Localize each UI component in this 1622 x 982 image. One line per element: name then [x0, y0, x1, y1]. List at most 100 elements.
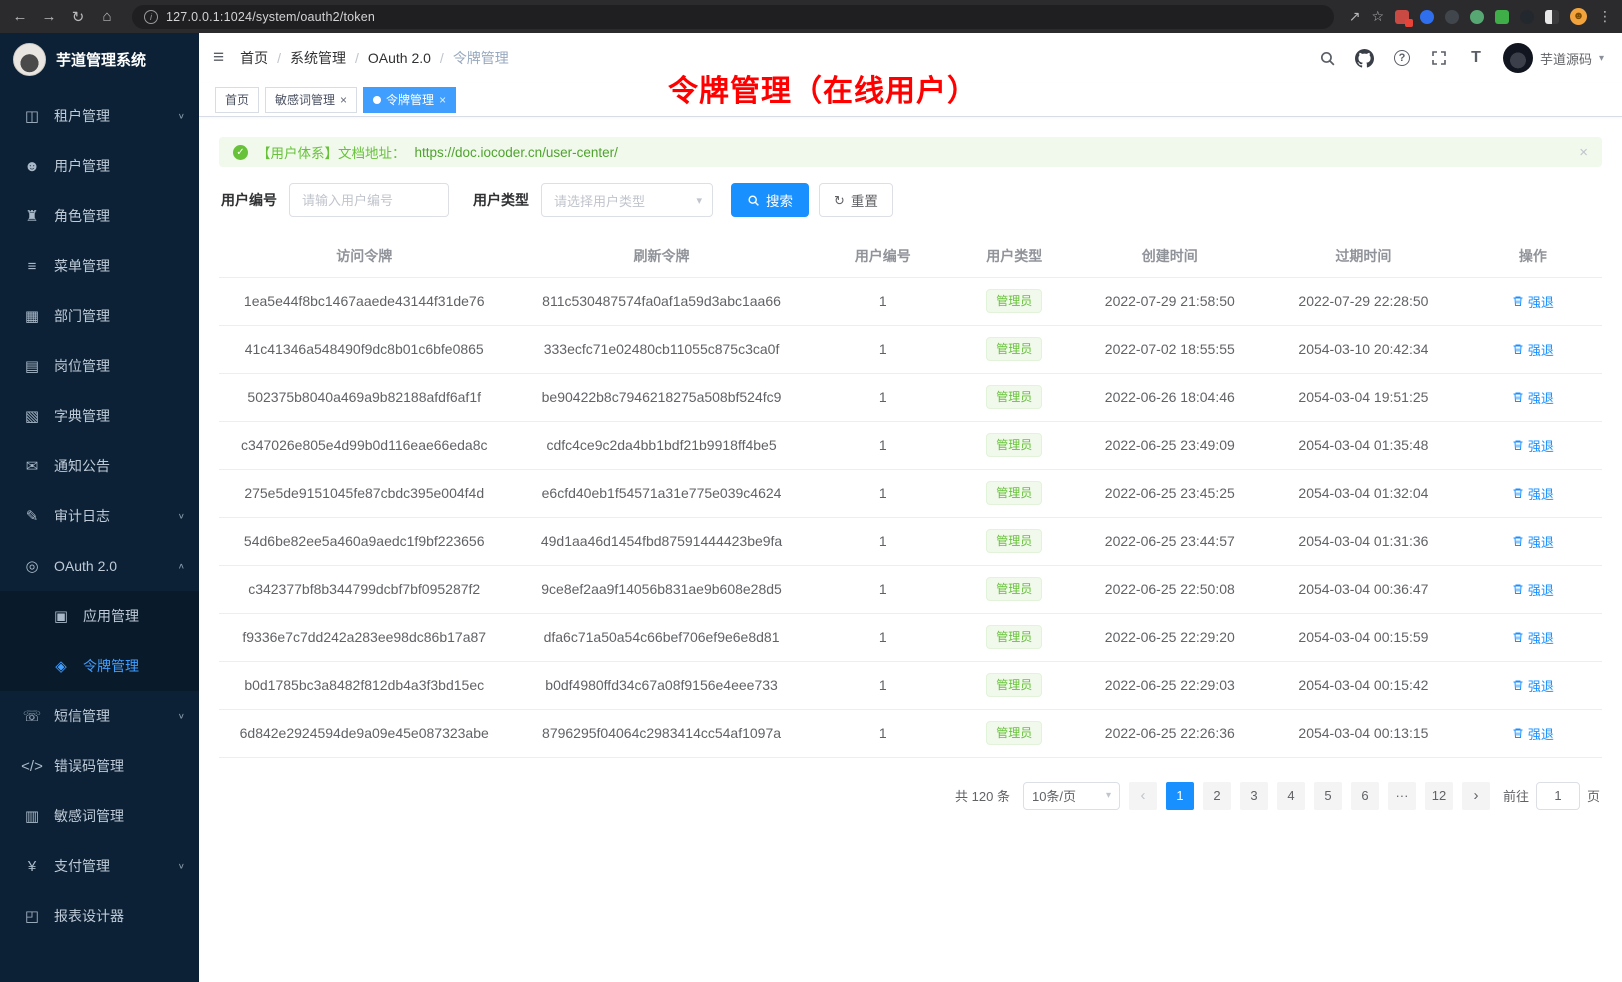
- sidebar-item-post[interactable]: ▤岗位管理: [0, 341, 199, 391]
- access-token-cell: 275e5de9151045fe87cbdc395e004f4d: [219, 469, 509, 517]
- page-button-4[interactable]: 4: [1277, 782, 1305, 810]
- force-logout-button[interactable]: 强退: [1512, 628, 1554, 647]
- sidebar-item-notice[interactable]: ✉通知公告: [0, 441, 199, 491]
- tab-token[interactable]: 令牌管理×: [363, 87, 456, 113]
- user-id-input[interactable]: [289, 183, 449, 217]
- reload-icon[interactable]: ↻: [68, 8, 88, 26]
- page-button-6[interactable]: 6: [1351, 782, 1379, 810]
- created-time-cell: 2022-07-02 18:55:55: [1076, 325, 1263, 373]
- extension-icon-4[interactable]: [1470, 10, 1484, 24]
- force-logout-button[interactable]: 强退: [1512, 532, 1554, 551]
- profile-avatar-icon[interactable]: ☻: [1570, 8, 1587, 25]
- browser-menu-icon[interactable]: ⋮: [1598, 8, 1612, 25]
- main-area: ≡ 首页/系统管理/OAuth 2.0/令牌管理 ? T 芋道源码 ▾: [199, 33, 1622, 982]
- sidebar-item-token[interactable]: ◈令牌管理: [0, 641, 199, 691]
- sidebar-collapse-icon[interactable]: ≡: [213, 47, 224, 69]
- sidebar-item-sms[interactable]: ☏短信管理∨: [0, 691, 199, 741]
- forward-icon[interactable]: →: [39, 8, 59, 25]
- address-bar[interactable]: i 127.0.0.1:1024/system/oauth2/token: [132, 5, 1334, 29]
- breadcrumb-item[interactable]: OAuth 2.0: [368, 50, 431, 66]
- doc-link[interactable]: https://doc.iocoder.cn/user-center/: [415, 145, 618, 160]
- tab-close-icon[interactable]: ×: [340, 94, 347, 106]
- refresh-token-cell: 9ce8ef2aa9f14056b831ae9b608e28d5: [509, 565, 813, 613]
- extension-icon-1[interactable]: [1395, 10, 1409, 24]
- extension-icon-6[interactable]: [1520, 10, 1534, 24]
- user-type-badge: 管理员: [986, 721, 1042, 745]
- page-button-3[interactable]: 3: [1240, 782, 1268, 810]
- user-type-select[interactable]: 请选择用户类型 ▾: [541, 183, 713, 217]
- sidebar-item-label: 租户管理: [54, 106, 110, 126]
- breadcrumb-item[interactable]: 首页: [240, 48, 268, 68]
- breadcrumb-item[interactable]: 系统管理: [290, 48, 346, 68]
- action-cell: 强退: [1464, 613, 1602, 661]
- app-logo-row[interactable]: 芋道管理系统: [0, 33, 199, 85]
- sidebar-item-app[interactable]: ▣应用管理: [0, 591, 199, 641]
- chevron-down-icon: ▾: [1106, 790, 1111, 801]
- sidebar-item-pay[interactable]: ¥支付管理∨: [0, 841, 199, 891]
- sidebar-item-dept[interactable]: ▦部门管理: [0, 291, 199, 341]
- sidebar-item-errcode[interactable]: </>错误码管理: [0, 741, 199, 791]
- refresh-token-cell: e6cfd40eb1f54571a31e775e039c4624: [509, 469, 813, 517]
- page-button-5[interactable]: 5: [1314, 782, 1342, 810]
- sidebar-item-role[interactable]: ♜角色管理: [0, 191, 199, 241]
- help-icon[interactable]: ?: [1392, 48, 1412, 68]
- alert-close-icon[interactable]: ×: [1579, 144, 1588, 161]
- user-menu[interactable]: 芋道源码 ▾: [1503, 43, 1604, 73]
- sidebar-item-sensitive[interactable]: ▥敏感词管理: [0, 791, 199, 841]
- page-button-1[interactable]: 1: [1166, 782, 1194, 810]
- breadcrumb-item: 令牌管理: [453, 48, 509, 68]
- dictionary-icon: ▧: [21, 407, 43, 425]
- extension-icon-2[interactable]: [1420, 10, 1434, 24]
- tab-close-icon[interactable]: ×: [439, 94, 446, 106]
- home-icon[interactable]: ⌂: [97, 8, 117, 25]
- created-time-cell: 2022-06-26 18:04:46: [1076, 373, 1263, 421]
- force-logout-button[interactable]: 强退: [1512, 484, 1554, 503]
- page-button-12[interactable]: 12: [1425, 782, 1453, 810]
- force-logout-button[interactable]: 强退: [1512, 580, 1554, 599]
- sidebar-item-dict[interactable]: ▧字典管理: [0, 391, 199, 441]
- reset-button[interactable]: ↻ 重置: [819, 183, 893, 217]
- theme-toggle-icon[interactable]: [1545, 10, 1559, 24]
- search-button[interactable]: 搜索: [731, 183, 809, 217]
- github-icon[interactable]: [1355, 48, 1375, 68]
- user-name: 芋道源码: [1540, 49, 1592, 68]
- sidebar-item-label: 通知公告: [54, 456, 110, 476]
- fullscreen-icon[interactable]: [1429, 48, 1449, 68]
- tab-home[interactable]: 首页: [215, 87, 259, 113]
- share-icon[interactable]: ↗: [1349, 8, 1361, 25]
- user-id-cell: 1: [814, 613, 952, 661]
- sidebar-item-menu[interactable]: ≡菜单管理: [0, 241, 199, 291]
- page-button-2[interactable]: 2: [1203, 782, 1231, 810]
- back-icon[interactable]: ←: [10, 8, 30, 25]
- extension-icon-3[interactable]: [1445, 10, 1459, 24]
- font-size-icon[interactable]: T: [1466, 48, 1486, 68]
- sidebar-item-audit[interactable]: ✎审计日志∨: [0, 491, 199, 541]
- force-logout-button[interactable]: 强退: [1512, 340, 1554, 359]
- force-logout-button[interactable]: 强退: [1512, 292, 1554, 311]
- page-size-select[interactable]: 10条/页 ▾: [1023, 782, 1120, 810]
- bookmark-star-icon[interactable]: ☆: [1371, 8, 1384, 25]
- site-info-icon[interactable]: i: [144, 10, 158, 24]
- force-logout-button[interactable]: 强退: [1512, 676, 1554, 695]
- force-logout-button[interactable]: 强退: [1512, 724, 1554, 743]
- tenants-icon: ◫: [21, 107, 43, 125]
- tab-sensitive-words[interactable]: 敏感词管理×: [265, 87, 357, 113]
- sidebar-item-oauth[interactable]: ◎OAuth 2.0∧: [0, 541, 199, 591]
- user-id-cell: 1: [814, 421, 952, 469]
- user-type-badge: 管理员: [986, 625, 1042, 649]
- sidebar-item-tenant[interactable]: ◫租户管理∨: [0, 91, 199, 141]
- sidebar-item-report[interactable]: ◰报表设计器: [0, 891, 199, 941]
- force-logout-button[interactable]: 强退: [1512, 436, 1554, 455]
- prev-page-button[interactable]: ‹: [1129, 782, 1157, 810]
- user-type-badge: 管理员: [986, 577, 1042, 601]
- force-logout-button[interactable]: 强退: [1512, 388, 1554, 407]
- refresh-token-cell: be90422b8c7946218275a508bf524fc9: [509, 373, 813, 421]
- sidebar-item-user[interactable]: ☻用户管理: [0, 141, 199, 191]
- sidebar-item-label: 菜单管理: [54, 256, 110, 276]
- more-pages-button[interactable]: ···: [1388, 782, 1416, 810]
- search-icon[interactable]: [1318, 48, 1338, 68]
- token-table: 访问令牌刷新令牌用户编号用户类型创建时间过期时间操作 1ea5e44f8bc14…: [219, 235, 1602, 758]
- extension-icon-5[interactable]: [1495, 10, 1509, 24]
- goto-page-input[interactable]: [1536, 782, 1580, 810]
- next-page-button[interactable]: ›: [1462, 782, 1490, 810]
